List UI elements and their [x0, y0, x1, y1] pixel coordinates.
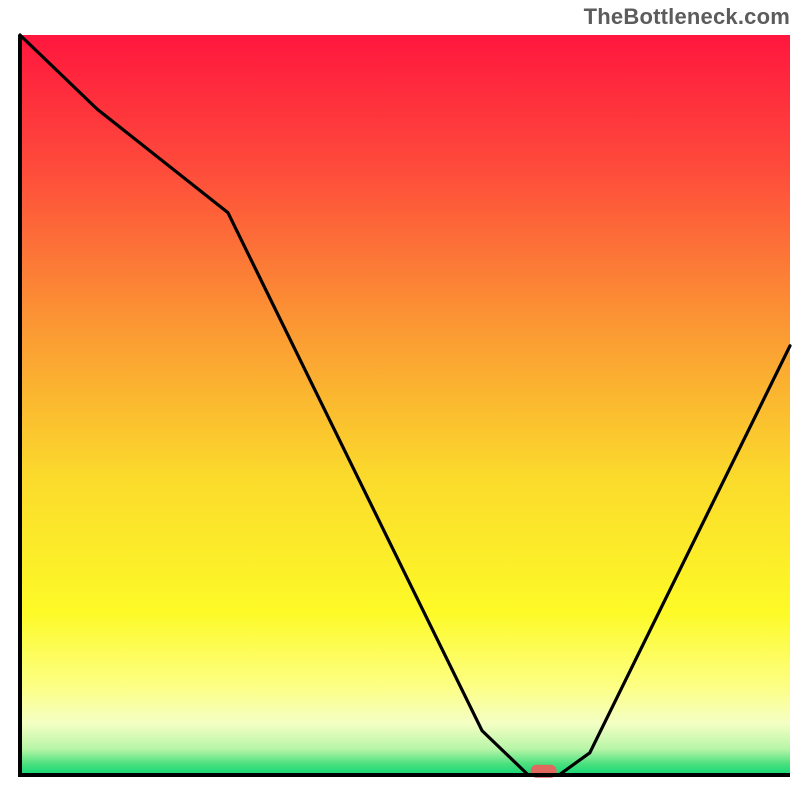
plot-background [20, 35, 790, 775]
bottleneck-chart [0, 0, 800, 800]
watermark-text: TheBottleneck.com [584, 4, 790, 30]
chart-frame: TheBottleneck.com [0, 0, 800, 800]
